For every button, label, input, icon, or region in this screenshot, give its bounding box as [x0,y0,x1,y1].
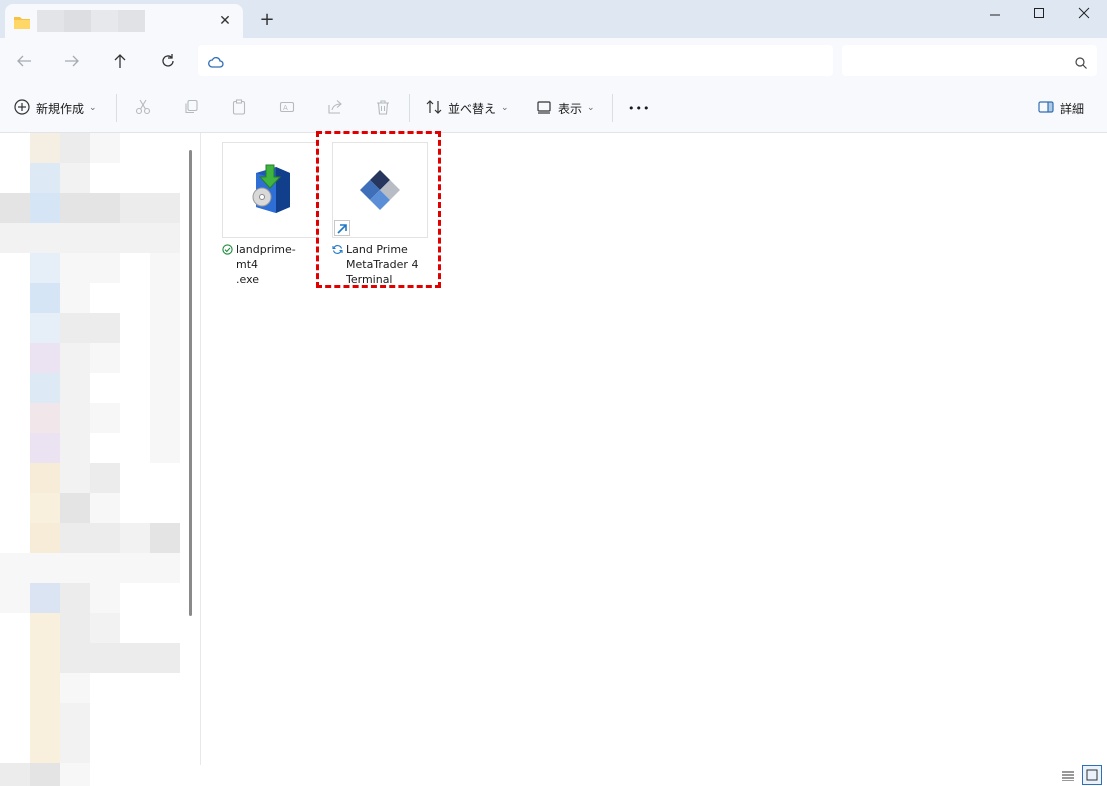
rename-button[interactable]: A [279,96,295,120]
details-pane-button[interactable]: 詳細 [1038,96,1084,120]
navigation-pane[interactable] [0,133,190,786]
close-icon[interactable] [1061,0,1107,26]
large-icons-view-button[interactable] [1082,765,1102,785]
paste-button[interactable] [231,96,247,120]
new-button-label: 新規作成 [36,101,85,116]
rename-icon: A [279,99,295,118]
title-bar: ✕ + [0,0,1107,38]
minimize-icon[interactable] [972,0,1018,26]
scissors-icon [135,99,151,118]
up-arrow-icon[interactable] [108,50,132,72]
maximize-icon[interactable] [1016,0,1062,26]
toolbar-divider [612,94,613,122]
sort-button[interactable]: 並べ替え ⌄ [426,96,509,120]
file-name: landprime-mt4 .exe [236,243,296,286]
command-bar: 新規作成 ⌄ A 並べ替え ⌄ 表示 ⌄ ••• 詳細 [0,84,1107,133]
thumbnail-view-icon [1086,766,1098,785]
chevron-down-icon: ⌄ [501,103,509,113]
navigation-scrollbar[interactable] [189,150,192,616]
installer-box-icon [248,163,294,219]
view-button[interactable]: 表示 ⌄ [536,96,595,120]
view-button-label: 表示 [558,101,583,116]
cut-button[interactable] [135,96,151,120]
back-arrow-icon[interactable] [12,50,36,72]
new-button[interactable]: 新規作成 ⌄ [14,96,97,120]
file-item-installer[interactable]: landprime-mt4 .exe [222,142,318,287]
tab-title-blurred [37,10,145,32]
more-options-button[interactable]: ••• [628,96,650,120]
search-icon [1075,54,1087,73]
toolbar-divider [116,94,117,122]
available-icon [222,244,236,287]
clipboard-icon [231,98,247,118]
copy-icon [183,99,199,118]
search-input[interactable] [842,45,1097,76]
refresh-icon[interactable] [156,50,180,72]
address-row [0,38,1107,84]
tab-close-icon[interactable]: ✕ [215,11,235,31]
navigation-pane-blurred [0,133,180,786]
new-tab-button[interactable]: + [257,10,277,30]
details-pane-label: 詳細 [1060,101,1085,116]
list-view-icon [1062,766,1074,785]
details-pane-icon [1038,100,1054,117]
share-icon [327,99,343,118]
svg-text:A: A [283,104,288,112]
sort-button-label: 並べ替え [448,101,497,116]
chevron-down-icon: ⌄ [587,103,595,113]
trash-icon [375,99,391,118]
view-icon [536,99,552,118]
share-button[interactable] [327,96,343,120]
sort-arrows-icon [426,99,442,118]
file-thumbnail [222,142,318,238]
highlight-box [316,131,441,288]
details-view-button[interactable] [1058,765,1078,785]
folder-icon [14,14,30,33]
copy-button[interactable] [183,96,199,120]
address-input[interactable] [198,45,833,76]
delete-button[interactable] [375,96,391,120]
plus-circle-icon [14,98,30,118]
tab-current-folder[interactable]: ✕ [5,4,243,38]
toolbar-divider [409,94,410,122]
cloud-icon [208,53,224,72]
forward-arrow-icon[interactable] [60,50,84,72]
chevron-down-icon: ⌄ [89,103,97,113]
